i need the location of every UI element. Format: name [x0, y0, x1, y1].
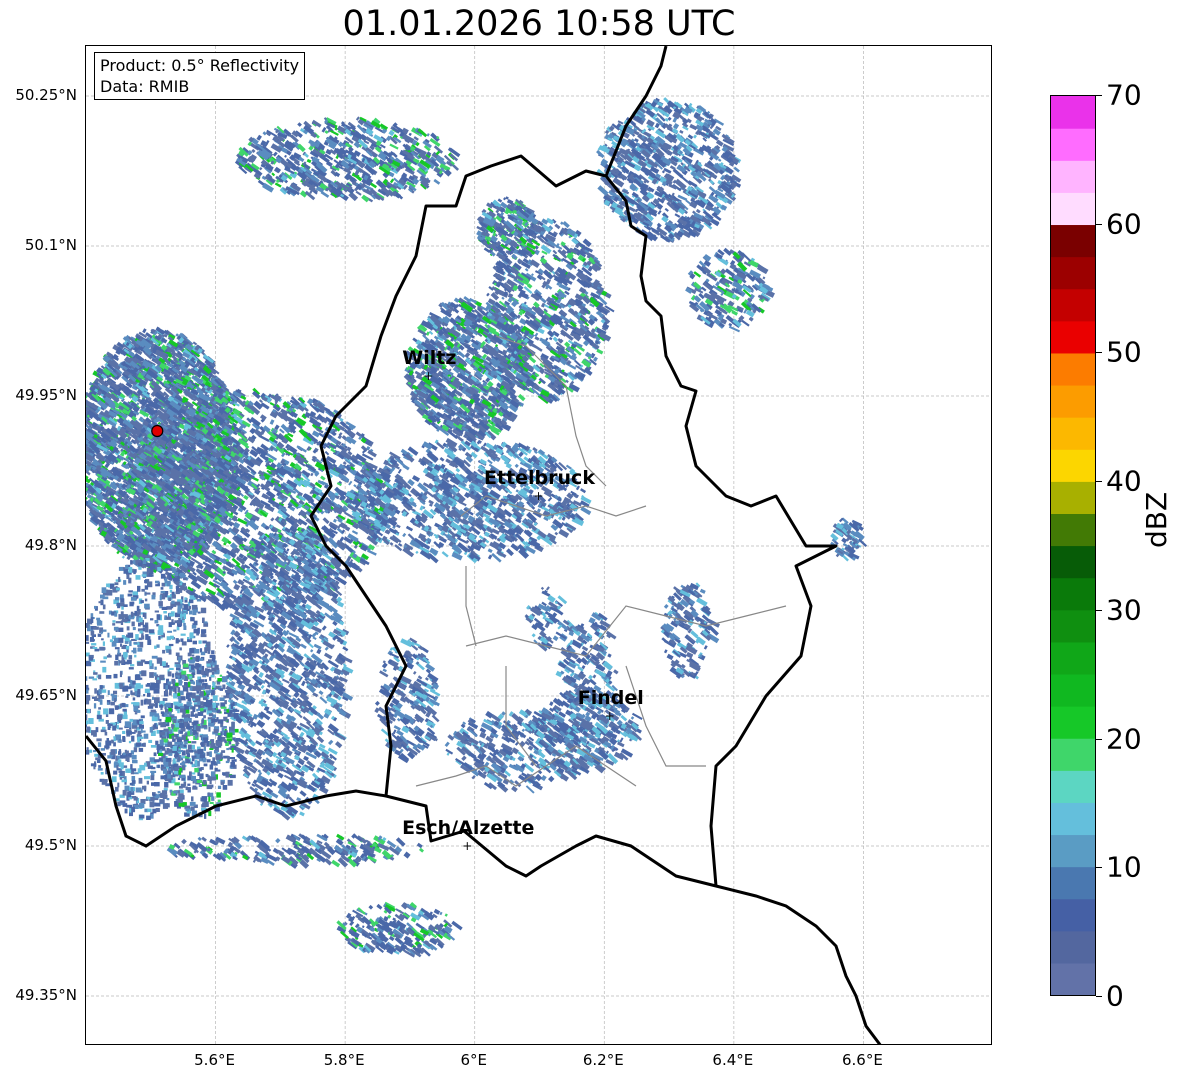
lat-tick-label: 49.8°N: [24, 536, 77, 554]
colorbar: [1050, 95, 1096, 996]
colorbar-swatches: [1051, 96, 1095, 995]
colorbar-swatch: [1051, 673, 1095, 707]
lon-tick-label: 6.2°E: [582, 1051, 624, 1069]
colorbar-tickmark: [1096, 996, 1102, 997]
lon-tick-label: 5.6°E: [194, 1051, 235, 1069]
colorbar-swatch: [1051, 513, 1095, 547]
colorbar-tickmark: [1096, 95, 1102, 96]
colorbar-tickmark: [1096, 609, 1102, 611]
colorbar-tick-label: 20: [1106, 722, 1142, 756]
colorbar-tickmark: [1096, 867, 1102, 869]
colorbar-swatch: [1051, 224, 1095, 258]
colorbar-swatch: [1051, 481, 1095, 514]
colorbar-swatch: [1051, 320, 1095, 354]
colorbar-tick-label: 0: [1106, 979, 1124, 1013]
colorbar-tick-label: 60: [1106, 207, 1142, 241]
colorbar-tickmark: [1096, 738, 1102, 740]
colorbar-swatch: [1051, 384, 1095, 418]
lat-tick-label: 50.1°N: [24, 236, 77, 254]
colorbar-tickmark: [1096, 481, 1102, 483]
colorbar-swatch: [1051, 834, 1095, 868]
lat-tick-label: 49.35°N: [15, 986, 77, 1004]
city-label: Ettelbruck: [484, 467, 595, 489]
colorbar-tick-label: 40: [1106, 464, 1142, 498]
colorbar-tickmark: [1096, 352, 1102, 354]
colorbar-tick-label: 50: [1106, 335, 1142, 369]
colorbar-swatch: [1051, 352, 1095, 386]
colorbar-swatch: [1051, 160, 1095, 193]
lon-tick-label: 6.4°E: [712, 1051, 754, 1069]
lat-tick-label: 49.65°N: [15, 686, 77, 704]
colorbar-tick-label: 10: [1106, 850, 1142, 884]
colorbar-tick-label: 70: [1106, 78, 1142, 112]
lon-tick-label: 5.8°E: [323, 1051, 365, 1069]
radar-map[interactable]: + Wiltz + Ettelbruck + Findel + Esch/Alzette: [85, 45, 992, 1045]
map-title: 01.01.2026 10:58 UTC: [342, 4, 736, 44]
colorbar-swatch: [1051, 609, 1095, 643]
colorbar-swatch: [1051, 288, 1095, 322]
lat-tick-label: 49.95°N: [15, 386, 77, 404]
product-label: Product: 0.5° Reflectivity: [100, 56, 300, 75]
colorbar-swatch: [1051, 128, 1095, 161]
product-info-box: Product: 0.5° Reflectivity Data: RMIB: [94, 52, 306, 100]
colorbar-swatch: [1051, 449, 1095, 482]
colorbar-swatch: [1051, 256, 1095, 290]
colorbar-swatch: [1051, 930, 1095, 964]
colorbar-tick-label: 30: [1106, 593, 1142, 627]
colorbar-swatch: [1051, 192, 1095, 226]
colorbar-swatch: [1051, 738, 1095, 771]
colorbar-swatch: [1051, 898, 1095, 932]
lon-tick-label: 6°E: [460, 1051, 487, 1069]
city-label: Wiltz: [402, 347, 456, 369]
colorbar-tickmark: [1096, 223, 1102, 225]
colorbar-swatch: [1051, 641, 1095, 675]
radar-site-dot: [151, 424, 164, 438]
lon-tick-label: 6.6°E: [842, 1051, 883, 1069]
lat-tick-label: 49.5°N: [24, 836, 77, 854]
colorbar-label: dBZ: [1140, 491, 1173, 548]
data-source-label: Data: RMIB: [100, 77, 190, 96]
colorbar-swatch: [1051, 866, 1095, 900]
colorbar-swatch: [1051, 706, 1095, 739]
colorbar-swatch: [1051, 417, 1095, 450]
city-label: Findel: [578, 687, 644, 709]
colorbar-swatch: [1051, 802, 1095, 836]
district-boundary: [465, 605, 787, 657]
colorbar-swatch: [1051, 545, 1095, 579]
colorbar-swatch: [1051, 577, 1095, 611]
colorbar-swatch: [1051, 770, 1095, 803]
lat-tick-label: 50.25°N: [15, 86, 77, 104]
radar-site-marker: [151, 424, 164, 438]
city-label: Esch/Alzette: [402, 817, 534, 839]
radar-map-canvas: +Wiltz+Ettelbruck+Findel+Esch/Alzette: [86, 46, 991, 1044]
colorbar-swatch: [1051, 96, 1095, 129]
colorbar-swatch: [1051, 962, 1095, 995]
